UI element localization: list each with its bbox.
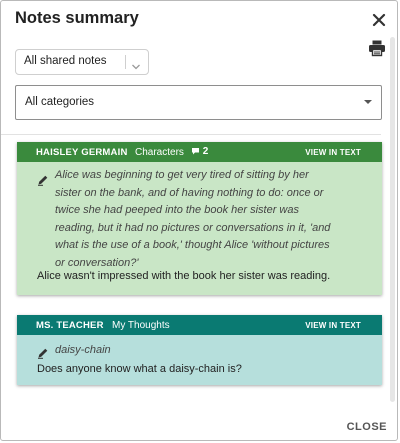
note-category: My Thoughts	[112, 320, 170, 331]
note-header: HAISLEY GERMAIN Characters 2 VIEW IN TEX…	[17, 142, 382, 162]
pencil-icon	[37, 173, 49, 186]
quote-line: reading, but it had no pictures or conve…	[55, 221, 331, 234]
panel-title: Notes summary	[15, 9, 139, 27]
quote-line: what is the use of a book,' thought Alic…	[55, 239, 330, 252]
quote-line: Alice was beginning to get very tired of…	[55, 169, 309, 181]
quote-line: sister on the bank, and of having nothin…	[55, 186, 324, 199]
comment-icon	[192, 148, 199, 155]
view-in-text-link[interactable]: VIEW IN TEXT	[305, 321, 361, 330]
close-button[interactable]: CLOSE	[347, 421, 387, 433]
divider	[1, 134, 381, 135]
print-icon[interactable]	[368, 39, 386, 57]
note-header: MS. TEACHER My Thoughts VIEW IN TEXT	[17, 315, 382, 335]
view-in-text-link[interactable]: VIEW IN TEXT	[305, 148, 361, 157]
dropdown-separator	[125, 55, 126, 69]
note-comment: Alice wasn't impressed with the book her…	[37, 270, 331, 282]
caret-down-icon	[364, 100, 372, 104]
close-icon[interactable]	[371, 12, 387, 28]
quote-line: twice she had peeped into the book her s…	[55, 204, 299, 217]
pencil-icon	[37, 346, 49, 359]
note-quote: daisy-chain	[55, 342, 355, 360]
comment-count-value: 2	[202, 146, 209, 157]
shared-notes-value: All shared notes	[24, 55, 107, 67]
shared-notes-dropdown[interactable]: All shared notes	[15, 49, 149, 75]
category-select-value: All categories	[25, 96, 95, 108]
note-author: MS. TEACHER	[36, 320, 104, 331]
note-card: MS. TEACHER My Thoughts VIEW IN TEXT dai…	[17, 315, 382, 385]
note-card: HAISLEY GERMAIN Characters 2 VIEW IN TEX…	[17, 142, 382, 295]
note-quote: Alice was beginning to get very tired of…	[55, 167, 373, 273]
note-comment: Does anyone know what a daisy-chain is?	[37, 363, 242, 375]
comment-count: 2	[191, 146, 208, 157]
chevron-down-icon	[131, 58, 141, 70]
quote-line: daisy-chain	[55, 344, 111, 356]
note-author: HAISLEY GERMAIN	[36, 147, 128, 158]
scrollbar[interactable]	[390, 37, 395, 402]
note-category: Characters	[135, 147, 184, 158]
notes-summary-panel: Notes summary All shared notes All categ…	[0, 0, 398, 441]
category-select[interactable]: All categories	[15, 85, 382, 120]
